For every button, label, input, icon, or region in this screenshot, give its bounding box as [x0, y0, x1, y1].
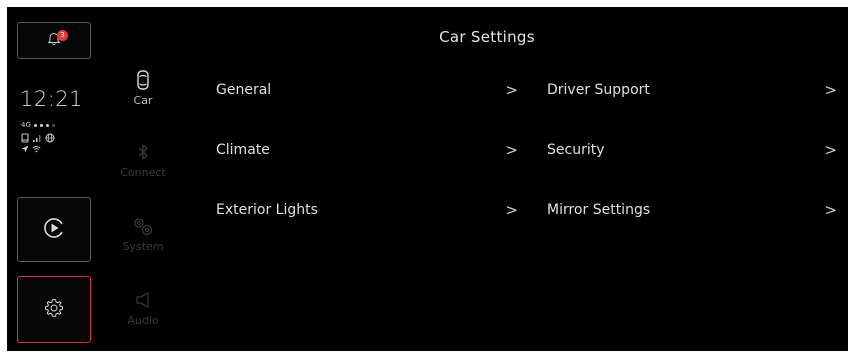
car-icon: [115, 69, 171, 91]
phone-icon: [21, 133, 29, 145]
media-button[interactable]: [17, 197, 91, 262]
notifications-button[interactable]: 3: [17, 22, 91, 59]
menu-item-label: General: [216, 82, 272, 98]
wifi-icon: [32, 145, 41, 155]
chevron-right-icon: >: [505, 201, 518, 219]
globe-icon: [45, 133, 55, 145]
chevron-right-icon: >: [824, 201, 837, 219]
category-system[interactable]: System: [115, 215, 171, 253]
page-title: Car Settings: [439, 28, 535, 46]
signal-icon: [32, 134, 42, 145]
menu-item-label: Exterior Lights: [216, 202, 318, 218]
menu-item-label: Driver Support: [547, 82, 650, 98]
category-connect[interactable]: Connect: [115, 141, 171, 179]
chevron-right-icon: >: [824, 141, 837, 159]
menu-item-security[interactable]: Security >: [547, 133, 837, 167]
play-circle-icon: [43, 217, 65, 243]
category-label: System: [122, 240, 164, 253]
menu-item-label: Security: [547, 142, 605, 158]
network-status: 4G: [21, 121, 55, 129]
car-settings-screen: 3 12:21 4G Car Connect System Audio Car …: [7, 7, 848, 351]
chevron-right-icon: >: [505, 81, 518, 99]
category-label: Connect: [120, 166, 166, 179]
menu-item-climate[interactable]: Climate >: [216, 133, 518, 167]
status-icons-row-2: [21, 145, 41, 155]
menu-item-driver-support[interactable]: Driver Support >: [547, 73, 837, 107]
network-type: 4G: [21, 121, 31, 129]
category-audio[interactable]: Audio: [115, 289, 171, 327]
menu-item-label: Climate: [216, 142, 270, 158]
category-label: Car: [133, 94, 153, 107]
category-car[interactable]: Car: [115, 69, 171, 107]
speaker-icon: [115, 289, 171, 311]
menu-item-exterior-lights[interactable]: Exterior Lights >: [216, 193, 518, 227]
menu-item-label: Mirror Settings: [547, 202, 651, 218]
gear-icon: [44, 298, 64, 322]
menu-item-mirror-settings[interactable]: Mirror Settings >: [547, 193, 837, 227]
notification-badge: 3: [57, 30, 68, 41]
chevron-right-icon: >: [505, 141, 518, 159]
bluetooth-icon: [115, 141, 171, 163]
category-label: Audio: [127, 314, 159, 327]
location-arrow-icon: [21, 145, 29, 155]
clock: 12:21: [20, 87, 84, 111]
chevron-right-icon: >: [824, 81, 837, 99]
left-rail: 3 12:21 4G: [7, 7, 107, 351]
settings-button[interactable]: [17, 276, 91, 343]
status-icons-row-1: [21, 133, 55, 145]
menu-item-general[interactable]: General >: [216, 73, 518, 107]
gears-icon: [115, 215, 171, 237]
